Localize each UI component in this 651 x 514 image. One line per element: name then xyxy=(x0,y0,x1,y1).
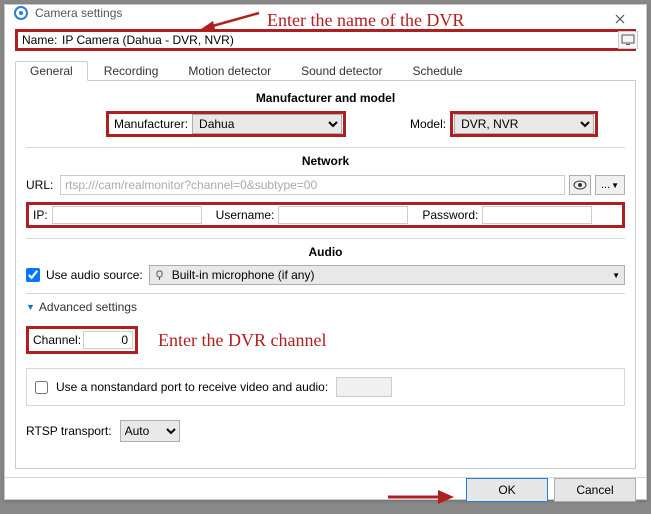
rtsp-transport-label: RTSP transport: xyxy=(26,424,112,438)
annotation-enter-name-text: Enter the name of the DVR xyxy=(267,10,464,31)
advanced-settings-toggle[interactable]: ▼ Advanced settings xyxy=(26,300,625,314)
channel-row: Channel: Enter the DVR channel xyxy=(26,326,625,354)
model-label: Model: xyxy=(406,117,450,131)
nonstandard-port-label: Use a nonstandard port to receive video … xyxy=(56,380,328,394)
ip-label: IP: xyxy=(29,208,52,222)
channel-input[interactable] xyxy=(83,331,133,349)
separator xyxy=(26,238,625,239)
tab-recording[interactable]: Recording xyxy=(90,62,173,80)
tab-general[interactable]: General xyxy=(15,61,88,81)
tab-sound-detector[interactable]: Sound detector xyxy=(287,62,396,80)
window-title: Camera settings xyxy=(35,6,122,20)
tabs: General Recording Motion detector Sound … xyxy=(15,59,636,81)
annotation-enter-channel: Enter the DVR channel xyxy=(158,330,326,351)
channel-highlight: Channel: xyxy=(26,326,138,354)
url-row: URL: ... ▼ xyxy=(26,174,625,196)
arrow-left-icon xyxy=(201,9,261,31)
ip-input[interactable] xyxy=(52,206,202,224)
credentials-highlight: IP: Username: Password: xyxy=(26,202,625,228)
use-audio-source-label: Use audio source: xyxy=(46,268,143,282)
url-more-button[interactable]: ... ▼ xyxy=(595,175,625,195)
url-input[interactable] xyxy=(60,175,565,195)
nonstandard-port-checkbox[interactable] xyxy=(35,381,48,394)
rtsp-transport-select[interactable]: Auto xyxy=(120,420,180,442)
manufacturer-model-row: Manufacturer: Dahua Model: DVR, NVR xyxy=(26,111,625,137)
advanced-settings-label: Advanced settings xyxy=(39,300,137,314)
ok-button[interactable]: OK xyxy=(466,478,548,502)
username-input[interactable] xyxy=(278,206,408,224)
annotation-ok-arrow xyxy=(386,486,456,514)
tab-body: Manufacturer and model Manufacturer: Dah… xyxy=(15,81,636,469)
name-label: Name: xyxy=(20,33,60,47)
nonstandard-port-input[interactable] xyxy=(336,377,392,397)
tab-motion-detector[interactable]: Motion detector xyxy=(174,62,285,80)
manufacturer-select[interactable]: Dahua xyxy=(192,114,342,134)
camera-settings-window: Camera settings Enter the name of the DV… xyxy=(4,4,647,500)
chevron-down-icon: ▼ xyxy=(612,271,620,280)
ellipsis-label: ... xyxy=(601,179,610,191)
model-highlight: DVR, NVR xyxy=(450,111,598,137)
section-audio: Audio xyxy=(26,245,625,259)
name-input[interactable] xyxy=(60,32,631,48)
url-label: URL: xyxy=(26,178,56,192)
arrow-right-icon xyxy=(386,486,456,508)
model-select[interactable]: DVR, NVR xyxy=(454,114,594,134)
monitor-icon xyxy=(621,34,635,46)
content-area: Name: General Recording Motion detector … xyxy=(5,21,646,477)
manufacturer-label: Manufacturer: xyxy=(110,117,192,131)
section-network: Network xyxy=(26,154,625,168)
section-manufacturer-model: Manufacturer and model xyxy=(26,91,625,105)
use-audio-source-checkbox[interactable] xyxy=(26,268,40,282)
channel-label: Channel: xyxy=(31,333,83,347)
manufacturer-highlight: Manufacturer: Dahua xyxy=(106,111,346,137)
cancel-button[interactable]: Cancel xyxy=(554,478,636,502)
microphone-icon xyxy=(154,269,168,281)
name-side-button[interactable] xyxy=(618,31,638,49)
separator xyxy=(26,147,625,148)
titlebar: Camera settings Enter the name of the DV… xyxy=(5,5,646,21)
separator xyxy=(26,293,625,294)
audio-source-select[interactable]: Built-in microphone (if any) ▼ xyxy=(149,265,625,285)
password-input[interactable] xyxy=(482,206,592,224)
name-row-highlight: Name: xyxy=(15,29,636,51)
audio-source-row: Use audio source: Built-in microphone (i… xyxy=(26,265,625,285)
username-label: Username: xyxy=(212,208,279,222)
footer: OK Cancel xyxy=(5,477,646,502)
nonstandard-port-group: Use a nonstandard port to receive video … xyxy=(26,368,625,406)
triangle-down-icon: ▼ xyxy=(26,302,35,312)
app-icon xyxy=(13,5,29,21)
annotation-enter-name: Enter the name of the DVR xyxy=(201,9,464,31)
chevron-down-icon: ▼ xyxy=(611,181,619,190)
eye-icon xyxy=(573,180,587,190)
password-label: Password: xyxy=(418,208,482,222)
rtsp-transport-row: RTSP transport: Auto xyxy=(26,420,625,442)
tab-schedule[interactable]: Schedule xyxy=(399,62,477,80)
url-preview-button[interactable] xyxy=(569,175,591,195)
audio-source-value: Built-in microphone (if any) xyxy=(172,268,315,282)
